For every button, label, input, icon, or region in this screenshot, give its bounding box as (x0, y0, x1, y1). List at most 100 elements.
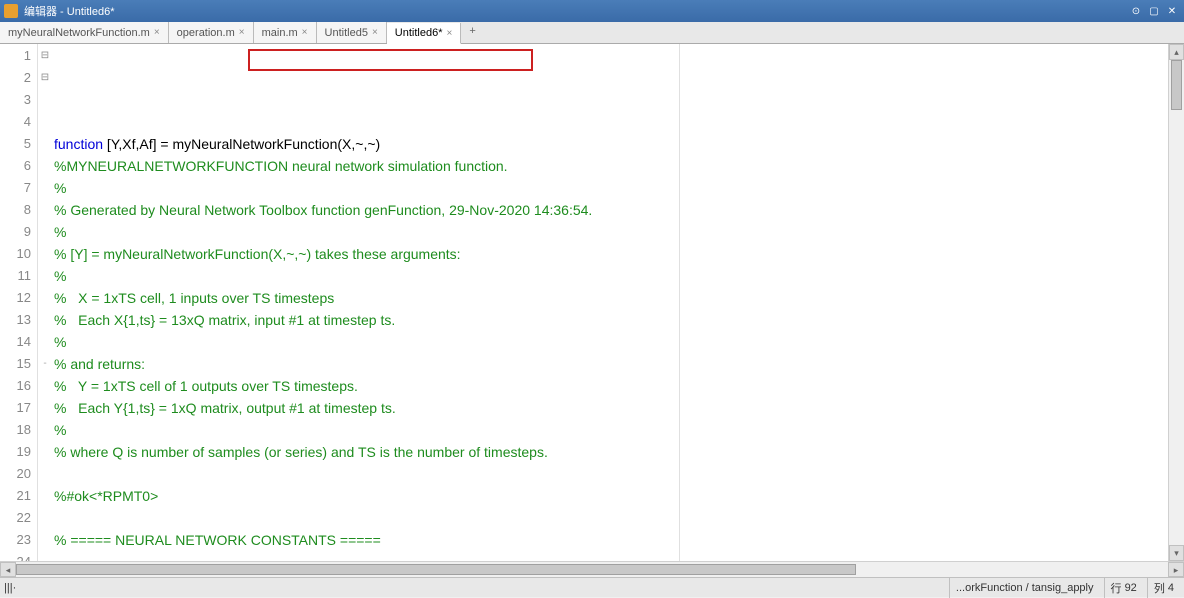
code-line[interactable]: % Each Y{1,ts} = 1xQ matrix, output #1 a… (54, 397, 1168, 419)
code-line[interactable]: % ===== NEURAL NETWORK CONSTANTS ===== (54, 529, 1168, 551)
fold-line (38, 265, 52, 287)
tab-close-icon[interactable]: × (372, 27, 378, 38)
fold-line (38, 177, 52, 199)
tab-label: main.m (262, 27, 298, 39)
tab-close-icon[interactable]: × (154, 27, 160, 38)
code-line[interactable]: % Generated by Neural Network Toolbox fu… (54, 199, 1168, 221)
line-number: 10 (0, 243, 31, 265)
file-tab[interactable]: Untitled6*× (387, 23, 462, 44)
fold-line (38, 155, 52, 177)
line-number: 18 (0, 419, 31, 441)
fold-line (38, 133, 52, 155)
file-tab[interactable]: myNeuralNetworkFunction.m × (0, 22, 169, 43)
code-line[interactable]: % (54, 331, 1168, 353)
fold-line (38, 199, 52, 221)
dock-button[interactable]: ⊙ (1128, 3, 1144, 19)
fold-line (38, 375, 52, 397)
line-number: 14 (0, 331, 31, 353)
line-number: 22 (0, 507, 31, 529)
horizontal-scrollbar[interactable]: ◂ ▸ (0, 561, 1184, 577)
fold-line (38, 397, 52, 419)
vertical-scrollbar[interactable]: ▴ ▾ (1168, 44, 1184, 561)
tab-label: Untitled6* (395, 27, 443, 39)
line-number: 9 (0, 221, 31, 243)
fold-line (38, 331, 52, 353)
fold-line (38, 441, 52, 463)
fold-line (38, 243, 52, 265)
fold-gutter: ⊟⊟ - (38, 44, 52, 561)
scroll-thumb-v[interactable] (1171, 60, 1182, 110)
col-label: 列 (1154, 580, 1165, 596)
scroll-down-button[interactable]: ▾ (1169, 545, 1184, 561)
file-tab[interactable]: Untitled5× (317, 22, 387, 43)
code-line[interactable]: % (54, 265, 1168, 287)
code-line[interactable]: % [Y] = myNeuralNetworkFunction(X,~,~) t… (54, 243, 1168, 265)
status-path: ...orkFunction / tansig_apply (949, 578, 1100, 598)
editor-icon (4, 4, 18, 18)
line-number: 12 (0, 287, 31, 309)
tab-label: myNeuralNetworkFunction.m (8, 27, 150, 39)
code-line[interactable]: % Each X{1,ts} = 13xQ matrix, input #1 a… (54, 309, 1168, 331)
code-editor[interactable]: function [Y,Xf,Af] = myNeuralNetworkFunc… (52, 44, 1168, 561)
code-line[interactable]: % (54, 221, 1168, 243)
line-number: 17 (0, 397, 31, 419)
line-number: 24 (0, 551, 31, 561)
editor-area: 123456789101112131415161718192021222324 … (0, 44, 1184, 561)
fold-line (38, 463, 52, 485)
fold-line (38, 221, 52, 243)
line-number: 21 (0, 485, 31, 507)
highlight-rectangle (248, 49, 533, 71)
scroll-left-button[interactable]: ◂ (0, 562, 16, 577)
fold-line (38, 507, 52, 529)
status-column: 列 4 (1147, 578, 1180, 598)
code-line[interactable]: function [Y,Xf,Af] = myNeuralNetworkFunc… (54, 133, 1168, 155)
fold-line (38, 89, 52, 111)
close-window-button[interactable]: ✕ (1164, 3, 1180, 19)
scroll-right-button[interactable]: ▸ (1168, 562, 1184, 577)
fold-line (38, 551, 52, 561)
code-line[interactable]: %MYNEURALNETWORKFUNCTION neural network … (54, 155, 1168, 177)
line-number: 11 (0, 265, 31, 287)
line-number: 5 (0, 133, 31, 155)
line-number: 7 (0, 177, 31, 199)
code-line[interactable]: % and returns: (54, 353, 1168, 375)
code-line[interactable]: % where Q is number of samples (or serie… (54, 441, 1168, 463)
fold-line (38, 485, 52, 507)
fold-line (38, 287, 52, 309)
tab-close-icon[interactable]: × (239, 27, 245, 38)
fold-toggle-icon[interactable]: ⊟ (38, 45, 52, 67)
fold-line: - (38, 353, 52, 375)
add-tab-button[interactable]: + (461, 22, 483, 43)
line-number: 19 (0, 441, 31, 463)
line-number: 6 (0, 155, 31, 177)
code-line[interactable] (54, 551, 1168, 561)
fold-line (38, 529, 52, 551)
code-line[interactable]: % (54, 177, 1168, 199)
code-line[interactable]: % X = 1xTS cell, 1 inputs over TS timest… (54, 287, 1168, 309)
scroll-thumb-h[interactable] (16, 564, 856, 575)
code-line[interactable] (54, 463, 1168, 485)
line-gutter: 123456789101112131415161718192021222324 (0, 44, 38, 561)
col-number: 4 (1168, 582, 1174, 594)
code-line[interactable] (54, 507, 1168, 529)
code-line[interactable]: % Y = 1xTS cell of 1 outputs over TS tim… (54, 375, 1168, 397)
line-number: 16 (0, 375, 31, 397)
file-tab[interactable]: main.m × (254, 22, 317, 43)
line-number: 92 (1125, 582, 1137, 594)
code-line[interactable]: %#ok<*RPMT0> (54, 485, 1168, 507)
tab-close-icon[interactable]: × (302, 27, 308, 38)
line-number: 1 (0, 45, 31, 67)
code-line[interactable]: % (54, 419, 1168, 441)
scroll-up-button[interactable]: ▴ (1169, 44, 1184, 60)
file-tab[interactable]: operation.m× (169, 22, 254, 43)
maximize-button[interactable]: ▢ (1146, 3, 1162, 19)
status-mode-icon: |||· (4, 582, 16, 594)
status-bar: |||· ...orkFunction / tansig_apply 行 92 … (0, 577, 1184, 597)
tab-close-icon[interactable]: × (446, 28, 452, 39)
tab-bar: myNeuralNetworkFunction.m×operation.m×ma… (0, 22, 1184, 44)
line-number: 8 (0, 199, 31, 221)
fold-line (38, 111, 52, 133)
status-line: 行 92 (1104, 578, 1143, 598)
fold-toggle-icon[interactable]: ⊟ (38, 67, 52, 89)
line-number: 2 (0, 67, 31, 89)
